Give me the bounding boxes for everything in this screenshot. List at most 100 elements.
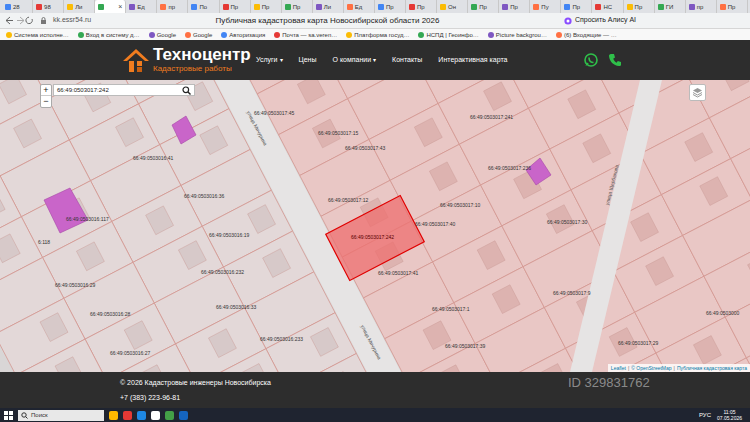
- parcel-label[interactable]: 66:49:0503017:1: [432, 306, 470, 312]
- browser-tab[interactable]: Ед: [126, 0, 157, 13]
- parcel-label[interactable]: 66:49:0503000: [706, 310, 739, 316]
- tab-close-button[interactable]: ×: [118, 3, 122, 10]
- selected-parcel[interactable]: [326, 196, 425, 281]
- browser-tab[interactable]: Пр: [251, 0, 282, 13]
- clock[interactable]: 11:0507.05.2026: [717, 409, 742, 421]
- parcel-label[interactable]: 66:49:0503017:43: [345, 145, 385, 151]
- taskbar-app-icon[interactable]: [123, 411, 132, 420]
- bookmark[interactable]: Почта — sa.veren…: [274, 32, 337, 38]
- browser-tab[interactable]: Пр: [624, 0, 655, 13]
- parcel-label[interactable]: 66:49:0503016:232: [201, 269, 244, 275]
- browser-tab[interactable]: Пр: [220, 0, 251, 13]
- parcel-label[interactable]: 66:49:0503017:41: [378, 270, 418, 276]
- parcel-label[interactable]: 66:49:0503017:12: [328, 197, 368, 203]
- taskbar-app-icon[interactable]: [179, 411, 188, 420]
- parcel-label[interactable]: 6:118: [38, 239, 50, 245]
- phone-button[interactable]: [608, 53, 622, 67]
- browser-tab[interactable]: ×: [95, 0, 126, 13]
- browser-tab[interactable]: По: [188, 0, 219, 13]
- browser-tab[interactable]: 98: [33, 0, 64, 13]
- browser-tab[interactable]: Ед: [344, 0, 375, 13]
- attribution-item[interactable]: Публичная кадастровая карта: [677, 365, 747, 372]
- bookmark[interactable]: Google: [149, 32, 176, 38]
- language-indicator[interactable]: РУС: [699, 412, 711, 418]
- parcel-label[interactable]: 66:49:0503017:236: [488, 165, 531, 171]
- bookmark[interactable]: Google: [185, 32, 212, 38]
- parcel-label[interactable]: 66:49:0503017:30: [547, 219, 587, 225]
- taskbar-app-icon[interactable]: [165, 411, 174, 420]
- building-shape: [44, 188, 88, 233]
- bookmark-favicon-icon: [6, 32, 12, 38]
- attribution-item[interactable]: © OpenStreetMap: [631, 365, 671, 372]
- tab-label: Ли: [324, 4, 331, 10]
- nav-item[interactable]: Интерактивная карта: [438, 55, 507, 66]
- bookmark[interactable]: Система исполне…: [6, 32, 69, 38]
- nav-label: Цены: [299, 55, 317, 66]
- parcel-label[interactable]: 66:49:0503016:19: [209, 232, 249, 238]
- attribution-item[interactable]: Leaflet: [611, 365, 626, 372]
- browser-tab[interactable]: Пр: [406, 0, 437, 13]
- browser-tab[interactable]: Пр: [468, 0, 499, 13]
- taskbar-app-icon[interactable]: [109, 411, 118, 420]
- bookmark[interactable]: Picture backgrou…: [488, 32, 547, 38]
- search-value[interactable]: 66:49:0503017:242: [57, 86, 182, 95]
- nav-item[interactable]: О компании▾: [333, 55, 377, 66]
- taskbar-app-icon[interactable]: [137, 411, 146, 420]
- zoom-in-button[interactable]: +: [41, 85, 51, 96]
- browser-tab[interactable]: Пр: [375, 0, 406, 13]
- browser-tab[interactable]: Пр: [561, 0, 592, 13]
- browser-tab[interactable]: Пу: [530, 0, 561, 13]
- whatsapp-button[interactable]: [584, 53, 598, 67]
- layers-button[interactable]: [689, 84, 706, 101]
- parcel-label[interactable]: 66:49:0503016:117: [66, 216, 109, 222]
- browser-tab[interactable]: Он: [437, 0, 468, 13]
- parcel-label[interactable]: 66:49:0503016:29: [55, 282, 95, 288]
- footer-phone[interactable]: +7 (383) 223-96-81: [120, 393, 750, 402]
- address-url[interactable]: kk.essr54.ru: [53, 15, 91, 26]
- parcel-label[interactable]: 66:49:0503017:29: [618, 340, 658, 346]
- browser-tab[interactable]: пр: [686, 0, 717, 13]
- nav-item[interactable]: Контакты: [392, 55, 422, 66]
- taskbar-app-icon[interactable]: [151, 411, 160, 420]
- parcel-label[interactable]: 66:49:0503017:10: [440, 202, 480, 208]
- browser-tab[interactable]: Пр: [282, 0, 313, 13]
- parcel-label[interactable]: 66:49:0503017:15: [318, 130, 358, 136]
- bookmark[interactable]: Вход в систему д…: [78, 32, 140, 38]
- browser-tab[interactable]: НС: [592, 0, 623, 13]
- assistant-button[interactable]: Спросить Алису AI: [564, 15, 636, 26]
- browser-tab[interactable]: ГИ: [655, 0, 686, 13]
- parcel-label[interactable]: 66:49:0503017:45: [254, 110, 294, 116]
- search-field[interactable]: 66:49:0503017:242: [53, 84, 195, 96]
- browser-tab[interactable]: Ли: [64, 0, 95, 13]
- nav-item[interactable]: Цены: [299, 55, 317, 66]
- parcel-label[interactable]: 66:49:0503017:9: [553, 290, 591, 296]
- browser-tab[interactable]: пр: [157, 0, 188, 13]
- browser-tab[interactable]: Пр: [499, 0, 530, 13]
- map[interactable]: 66:49:0503017:45 66:49:0503017:15 66:49:05…: [0, 80, 750, 372]
- bookmark[interactable]: НСПД | Геоинфо…: [418, 32, 478, 38]
- browser-tab[interactable]: Ли: [313, 0, 344, 13]
- browser-tab[interactable]: Пр: [717, 0, 748, 13]
- zoom-out-button[interactable]: −: [41, 96, 51, 107]
- nav-item[interactable]: Услуги▾: [256, 55, 283, 66]
- building-shape: [526, 158, 551, 185]
- bookmark[interactable]: Платформа госуд…: [346, 32, 409, 38]
- parcel-label[interactable]: 66:49:0503016:41: [133, 155, 173, 161]
- parcel-label[interactable]: 66:49:0503016:33: [216, 304, 256, 310]
- parcel-label[interactable]: 66:49:0503017:40: [415, 221, 455, 227]
- layers-icon: [692, 87, 703, 98]
- site-logo[interactable]: ТехноцентрКадастровые работы: [122, 46, 252, 74]
- parcel-label[interactable]: 66:49:0503016:27: [110, 350, 150, 356]
- tab-label: Ед: [355, 4, 363, 10]
- browser-tab[interactable]: 28: [2, 0, 33, 13]
- parcel-label[interactable]: 66:49:0503016:28: [90, 311, 130, 317]
- parcel-label[interactable]: 66:49:0503017:242: [351, 234, 394, 240]
- bookmark[interactable]: Авторизация: [221, 32, 265, 38]
- parcel-label[interactable]: 66:49:0503017:39: [445, 343, 485, 349]
- taskbar-search[interactable]: Поиск: [18, 410, 104, 421]
- parcel-label[interactable]: 66:49:0503016:36: [184, 193, 224, 199]
- parcel-label[interactable]: 66:49:0503017:241: [470, 114, 513, 120]
- bookmark[interactable]: (6) Входящие — …: [556, 32, 617, 38]
- tab-favicon-icon: [502, 4, 508, 10]
- parcel-label[interactable]: 66:49:0503016:233: [260, 336, 303, 342]
